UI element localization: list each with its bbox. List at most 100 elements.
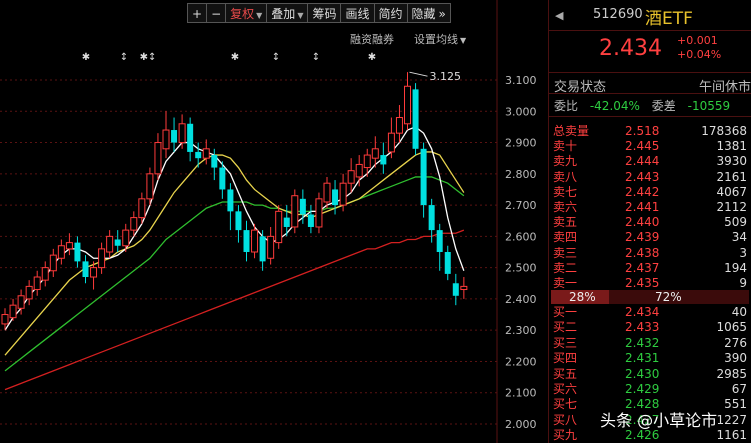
ask-price: 2.518 [625, 124, 660, 138]
event-marker-icon: ↕ [272, 52, 280, 63]
candle-body-up [178, 123, 186, 144]
ask-volume: 194 [724, 260, 747, 275]
ask-row[interactable]: 卖十 2.445 1381 [553, 139, 751, 154]
ask-row[interactable]: 卖六 2.441 2112 [553, 200, 751, 215]
ask-volume: 509 [724, 215, 747, 230]
last-price: 2.434 [599, 36, 662, 61]
bid-row[interactable]: 买五 2.430 2985 [553, 367, 751, 382]
rongzi-rongquan-link[interactable]: 融资融券 [350, 31, 394, 47]
bid-volume: 551 [724, 397, 747, 412]
ask-row[interactable]: 总卖量 2.518 178368 [553, 124, 751, 139]
candle-body-up [347, 170, 355, 184]
zoom-out-button[interactable]: − [206, 3, 227, 23]
candle-body-up [251, 229, 259, 253]
candle-body-up [25, 285, 33, 300]
candle-body-down [219, 167, 226, 190]
ask-row[interactable]: 卖一 2.435 9 [553, 276, 751, 291]
divider [549, 72, 751, 73]
y-tick-label: 3.100 [505, 74, 537, 87]
ask-price: 2.441 [625, 200, 660, 214]
candle-body-up [154, 142, 162, 175]
y-tick-label: 2.800 [505, 168, 537, 181]
candle-body-down [412, 89, 419, 149]
weibi-row: 委比 -42.04% 委差 -10559 [554, 97, 751, 114]
ask-volume: 178368 [701, 124, 747, 138]
bid-row[interactable]: 买一 2.434 40 [553, 305, 751, 320]
jieyue-button[interactable]: 简约 [373, 3, 408, 23]
candle-body-down [307, 214, 314, 227]
event-marker-icon: ✱ [231, 52, 239, 63]
ma-settings-dropdown[interactable]: 设置均线 ▼ [414, 31, 466, 47]
candle-body-up [162, 129, 170, 150]
candle-body-up [355, 163, 363, 178]
ask-row[interactable]: 卖二 2.437 194 [553, 261, 751, 276]
ask-row[interactable]: 卖三 2.438 3 [553, 246, 751, 261]
candle-body-up [146, 173, 154, 200]
candle-body-up [9, 304, 17, 319]
diejia-dropdown[interactable]: 叠加 ▼ [266, 3, 309, 23]
candle-body-up [202, 148, 210, 159]
candle-body-down [436, 230, 443, 252]
bid-row[interactable]: 买三 2.432 276 [553, 336, 751, 351]
ask-volume: 3 [739, 245, 747, 260]
ask-price: 2.435 [625, 276, 660, 290]
candle-body-down [332, 189, 339, 206]
y-tick-label: 3.000 [505, 105, 537, 118]
ask-volume: 2112 [716, 200, 747, 214]
candle-body-up [395, 117, 403, 134]
sell-ratio: 28% [569, 290, 596, 304]
fuquan-dropdown[interactable]: 复权 ▼ [225, 3, 268, 23]
quote-header: ◀ 512690 酒ETF [549, 0, 751, 30]
kline-chart-area[interactable]: 3.100 3.000 2.900 2.800 2.700 2.600 2.500 2.400… [0, 0, 548, 443]
bid-volume: 276 [724, 335, 747, 350]
ask-volume: 1381 [716, 139, 747, 154]
huaxian-button[interactable]: 画线 [340, 3, 375, 23]
weibi-value: -42.04% [589, 99, 640, 113]
bid-volume: 1065 [716, 320, 747, 335]
ask-row[interactable]: 卖四 2.439 34 [553, 230, 751, 245]
zoom-in-button[interactable]: + [187, 3, 208, 23]
ask-row[interactable]: 卖八 2.443 2161 [553, 170, 751, 185]
event-marker-icon: ✱ [368, 52, 376, 63]
ask-row[interactable]: 卖五 2.440 509 [553, 215, 751, 230]
event-marker-icon: ↕ [120, 52, 128, 63]
bid-level-label: 买五 [553, 366, 578, 381]
ask-row[interactable]: 卖七 2.442 4067 [553, 185, 751, 200]
back-arrow-icon[interactable]: ◀ [555, 9, 563, 22]
candle-body-up [98, 248, 106, 269]
yincang-button[interactable]: 隐藏» [406, 3, 451, 23]
event-marker-icon: ✱ [82, 52, 90, 63]
chouma-button[interactable]: 筹码 [307, 3, 342, 23]
bid-level-label: 买四 [553, 351, 578, 366]
bid-level-label: 买九 [553, 428, 578, 443]
more-icon: » [438, 7, 446, 21]
candle-body-up [363, 154, 371, 169]
candle-body-down [74, 242, 81, 262]
event-marker-icon: ✱↕ [140, 52, 157, 63]
candle-body-down [114, 239, 121, 246]
candle-body-up [90, 267, 98, 278]
candle-body-up [65, 242, 73, 250]
bid-row[interactable]: 买四 2.431 390 [553, 351, 751, 366]
weibi-label: 委比 [554, 99, 579, 113]
buy-sell-ratio-bar: 28% 72% [551, 290, 749, 304]
candle-body-down [235, 211, 242, 231]
ask-level-label: 卖四 [553, 230, 578, 245]
candle-body-up [33, 276, 41, 291]
y-tick-label: 2.100 [505, 387, 537, 400]
divider [549, 116, 751, 117]
ask-row[interactable]: 卖九 2.444 3930 [553, 154, 751, 169]
bid-row[interactable]: 买二 2.433 1065 [553, 320, 751, 335]
event-marker-icon: ↕ [312, 52, 320, 63]
candle-body-up [275, 210, 283, 244]
price-change: +0.001 +0.04% [677, 34, 721, 62]
candle-body-down [444, 252, 451, 274]
candle-body-down [195, 151, 202, 159]
bid-volume: 1227 [716, 412, 747, 427]
bid-row[interactable]: 买六 2.429 67 [553, 382, 751, 397]
y-tick-label: 2.700 [505, 199, 537, 212]
kline-chart[interactable]: 3.100 3.000 2.900 2.800 2.700 2.600 2.500 2.400… [0, 0, 548, 443]
candle-body-down [259, 236, 266, 262]
buy-ratio: 72% [655, 290, 682, 304]
chart-subbar: 融资融券 设置均线 ▼ [350, 31, 466, 47]
